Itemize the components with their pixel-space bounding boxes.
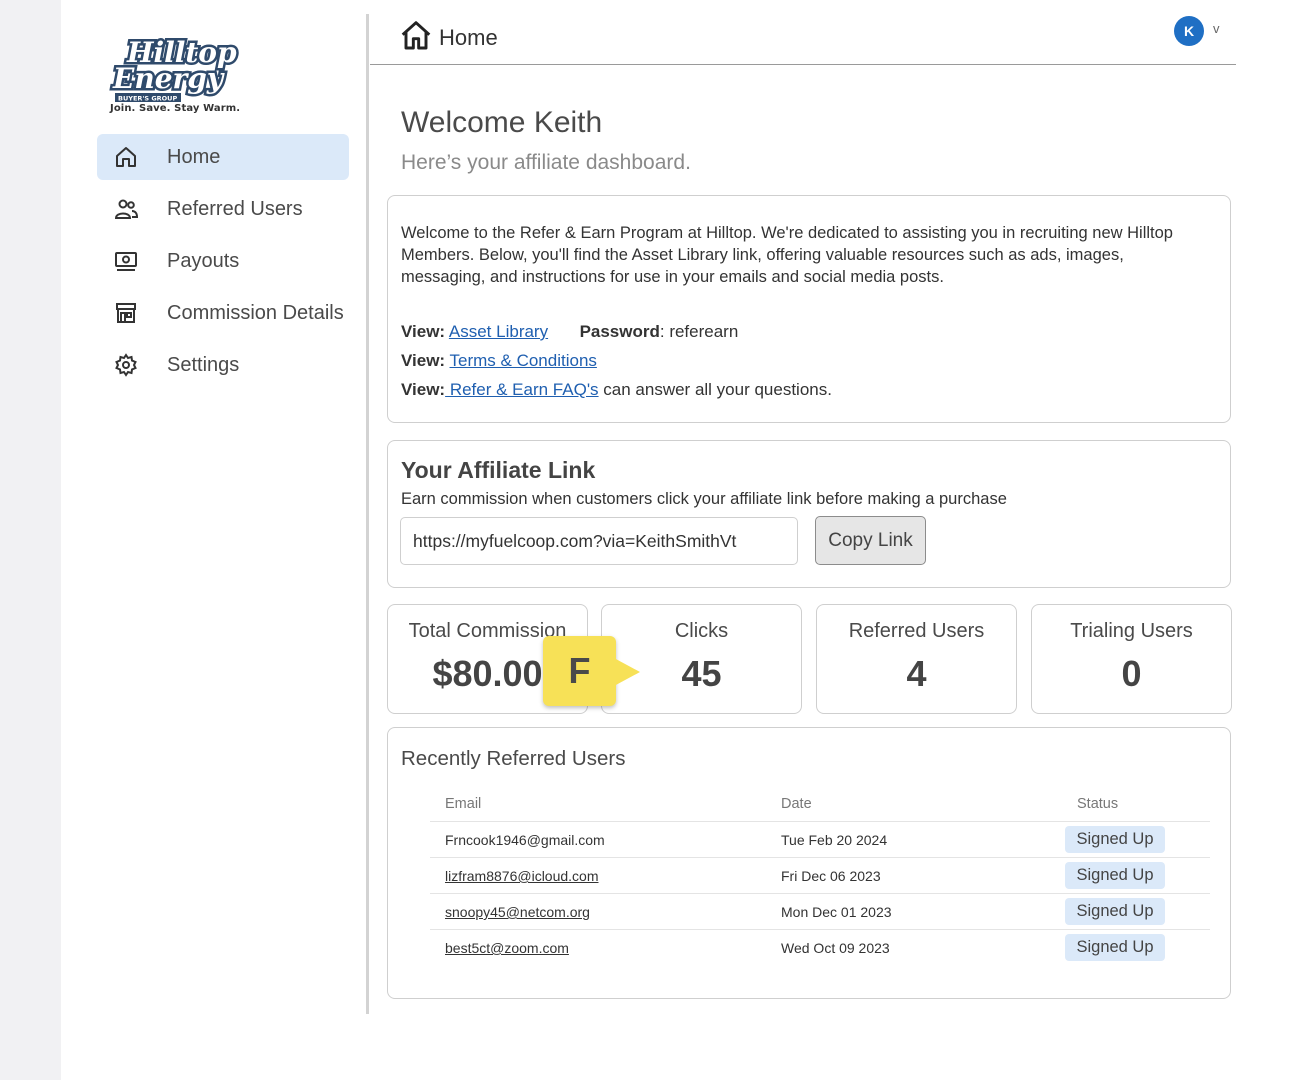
sidebar-divider bbox=[366, 14, 369, 1014]
row-email: Frncook1946@gmail.com bbox=[445, 832, 605, 848]
annotation-callout: F bbox=[543, 636, 616, 706]
row-email[interactable]: lizfram8876@icloud.com bbox=[445, 868, 599, 884]
faq-suffix: can answer all your questions. bbox=[598, 380, 832, 399]
stat-value: 0 bbox=[1121, 653, 1142, 694]
view-label: View: bbox=[401, 380, 446, 399]
table-row: lizfram8876@icloud.com Fri Dec 06 2023 S… bbox=[430, 857, 1210, 894]
sidebar-item-label: Settings bbox=[167, 353, 240, 376]
column-header-email: Email bbox=[445, 796, 482, 812]
password-label: Password bbox=[579, 322, 660, 341]
home-icon bbox=[401, 21, 431, 50]
table-row: best5ct@zoom.com Wed Oct 09 2023 Signed … bbox=[430, 929, 1210, 966]
column-header-status: Status bbox=[1077, 796, 1119, 812]
money-icon bbox=[115, 252, 137, 271]
logo-tagline: Join. Save. Stay Warm. bbox=[110, 103, 241, 114]
sidebar-item-commission-details[interactable]: Commission Details bbox=[97, 290, 397, 336]
home-icon bbox=[116, 147, 136, 167]
avatar[interactable]: K bbox=[1174, 16, 1204, 46]
sidebar: Hilltop Energy BUYER'S GROUP Join. Save.… bbox=[61, 0, 367, 1080]
program-intro-text: Welcome to the Refer & Earn Program at H… bbox=[401, 224, 1173, 286]
svg-text:Energy: Energy bbox=[112, 62, 225, 95]
affiliate-title: Your Affiliate Link bbox=[401, 457, 596, 483]
column-header-date: Date bbox=[781, 796, 812, 812]
sidebar-item-settings[interactable]: Settings bbox=[97, 342, 397, 388]
terms-row: View: Terms & Conditions bbox=[401, 351, 597, 371]
table-row: Frncook1946@gmail.com Tue Feb 20 2024 Si… bbox=[430, 821, 1210, 858]
window-gutter bbox=[0, 0, 61, 1080]
row-date: Tue Feb 20 2024 bbox=[781, 832, 888, 848]
row-email[interactable]: best5ct@zoom.com bbox=[445, 940, 569, 956]
sidebar-item-referred-users[interactable]: Referred Users bbox=[97, 186, 397, 232]
stat-value: 4 bbox=[906, 653, 927, 694]
view-label: View: bbox=[401, 351, 446, 370]
store-icon bbox=[116, 303, 136, 323]
faq-link[interactable]: Refer & Earn FAQ's bbox=[445, 380, 599, 399]
password-value: : referearn bbox=[659, 322, 739, 341]
sidebar-item-home[interactable]: Home bbox=[97, 134, 349, 180]
affiliate-subtitle: Earn commission when customers click you… bbox=[401, 490, 1007, 508]
status-badge: Signed Up bbox=[1065, 934, 1165, 961]
sidebar-item-payouts[interactable]: Payouts bbox=[97, 238, 397, 284]
stat-trialing-users: Trialing Users 0 bbox=[1031, 604, 1232, 714]
welcome-heading: Welcome Keith bbox=[401, 106, 603, 139]
sidebar-item-label: Commission Details bbox=[167, 301, 344, 324]
affiliate-link-input[interactable] bbox=[400, 517, 798, 565]
stat-label: Referred Users bbox=[848, 620, 985, 642]
asset-library-link[interactable]: Asset Library bbox=[449, 322, 548, 341]
stat-referred-users: Referred Users 4 bbox=[816, 604, 1017, 714]
row-date: Wed Oct 09 2023 bbox=[781, 940, 890, 956]
recent-referrals-card: Recently Referred Users Email Date Statu… bbox=[387, 727, 1231, 999]
status-badge: Signed Up bbox=[1065, 862, 1165, 889]
status-badge: Signed Up bbox=[1065, 826, 1165, 853]
row-email[interactable]: snoopy45@netcom.org bbox=[445, 904, 590, 920]
copy-link-button[interactable]: Copy Link bbox=[815, 516, 926, 565]
view-label: View: bbox=[401, 322, 446, 341]
asset-library-row: View: Asset Library Password: referearn bbox=[401, 322, 738, 342]
stat-label: Clicks bbox=[674, 620, 729, 642]
top-bar: Home K v bbox=[370, 0, 1236, 65]
affiliate-link-card: Your Affiliate Link Earn commission when… bbox=[387, 440, 1231, 588]
annotation-callout-pointer bbox=[614, 658, 640, 686]
faq-row: View: Refer & Earn FAQ's can answer all … bbox=[401, 380, 832, 400]
stat-label: Trialing Users bbox=[1070, 620, 1193, 642]
table-row: snoopy45@netcom.org Mon Dec 01 2023 Sign… bbox=[430, 893, 1210, 930]
gear-icon bbox=[115, 353, 137, 377]
sidebar-item-label: Home bbox=[167, 145, 221, 168]
status-badge: Signed Up bbox=[1065, 898, 1165, 925]
program-info-card: Welcome to the Refer & Earn Program at H… bbox=[387, 195, 1231, 423]
terms-link[interactable]: Terms & Conditions bbox=[450, 351, 597, 370]
row-date: Mon Dec 01 2023 bbox=[781, 904, 892, 920]
welcome-subtitle: Here’s your affiliate dashboard. bbox=[401, 151, 691, 174]
sidebar-nav: Home Referred Users Payouts Commission D… bbox=[97, 134, 397, 394]
row-date: Fri Dec 06 2023 bbox=[781, 868, 881, 884]
sidebar-item-label: Payouts bbox=[167, 249, 240, 272]
page-title: Home bbox=[439, 25, 498, 50]
recent-referrals-title: Recently Referred Users bbox=[401, 747, 626, 770]
chevron-down-icon[interactable]: v bbox=[1213, 21, 1220, 36]
svg-text:BUYER'S GROUP: BUYER'S GROUP bbox=[118, 95, 177, 103]
users-icon bbox=[114, 199, 138, 219]
sidebar-item-label: Referred Users bbox=[167, 197, 303, 220]
